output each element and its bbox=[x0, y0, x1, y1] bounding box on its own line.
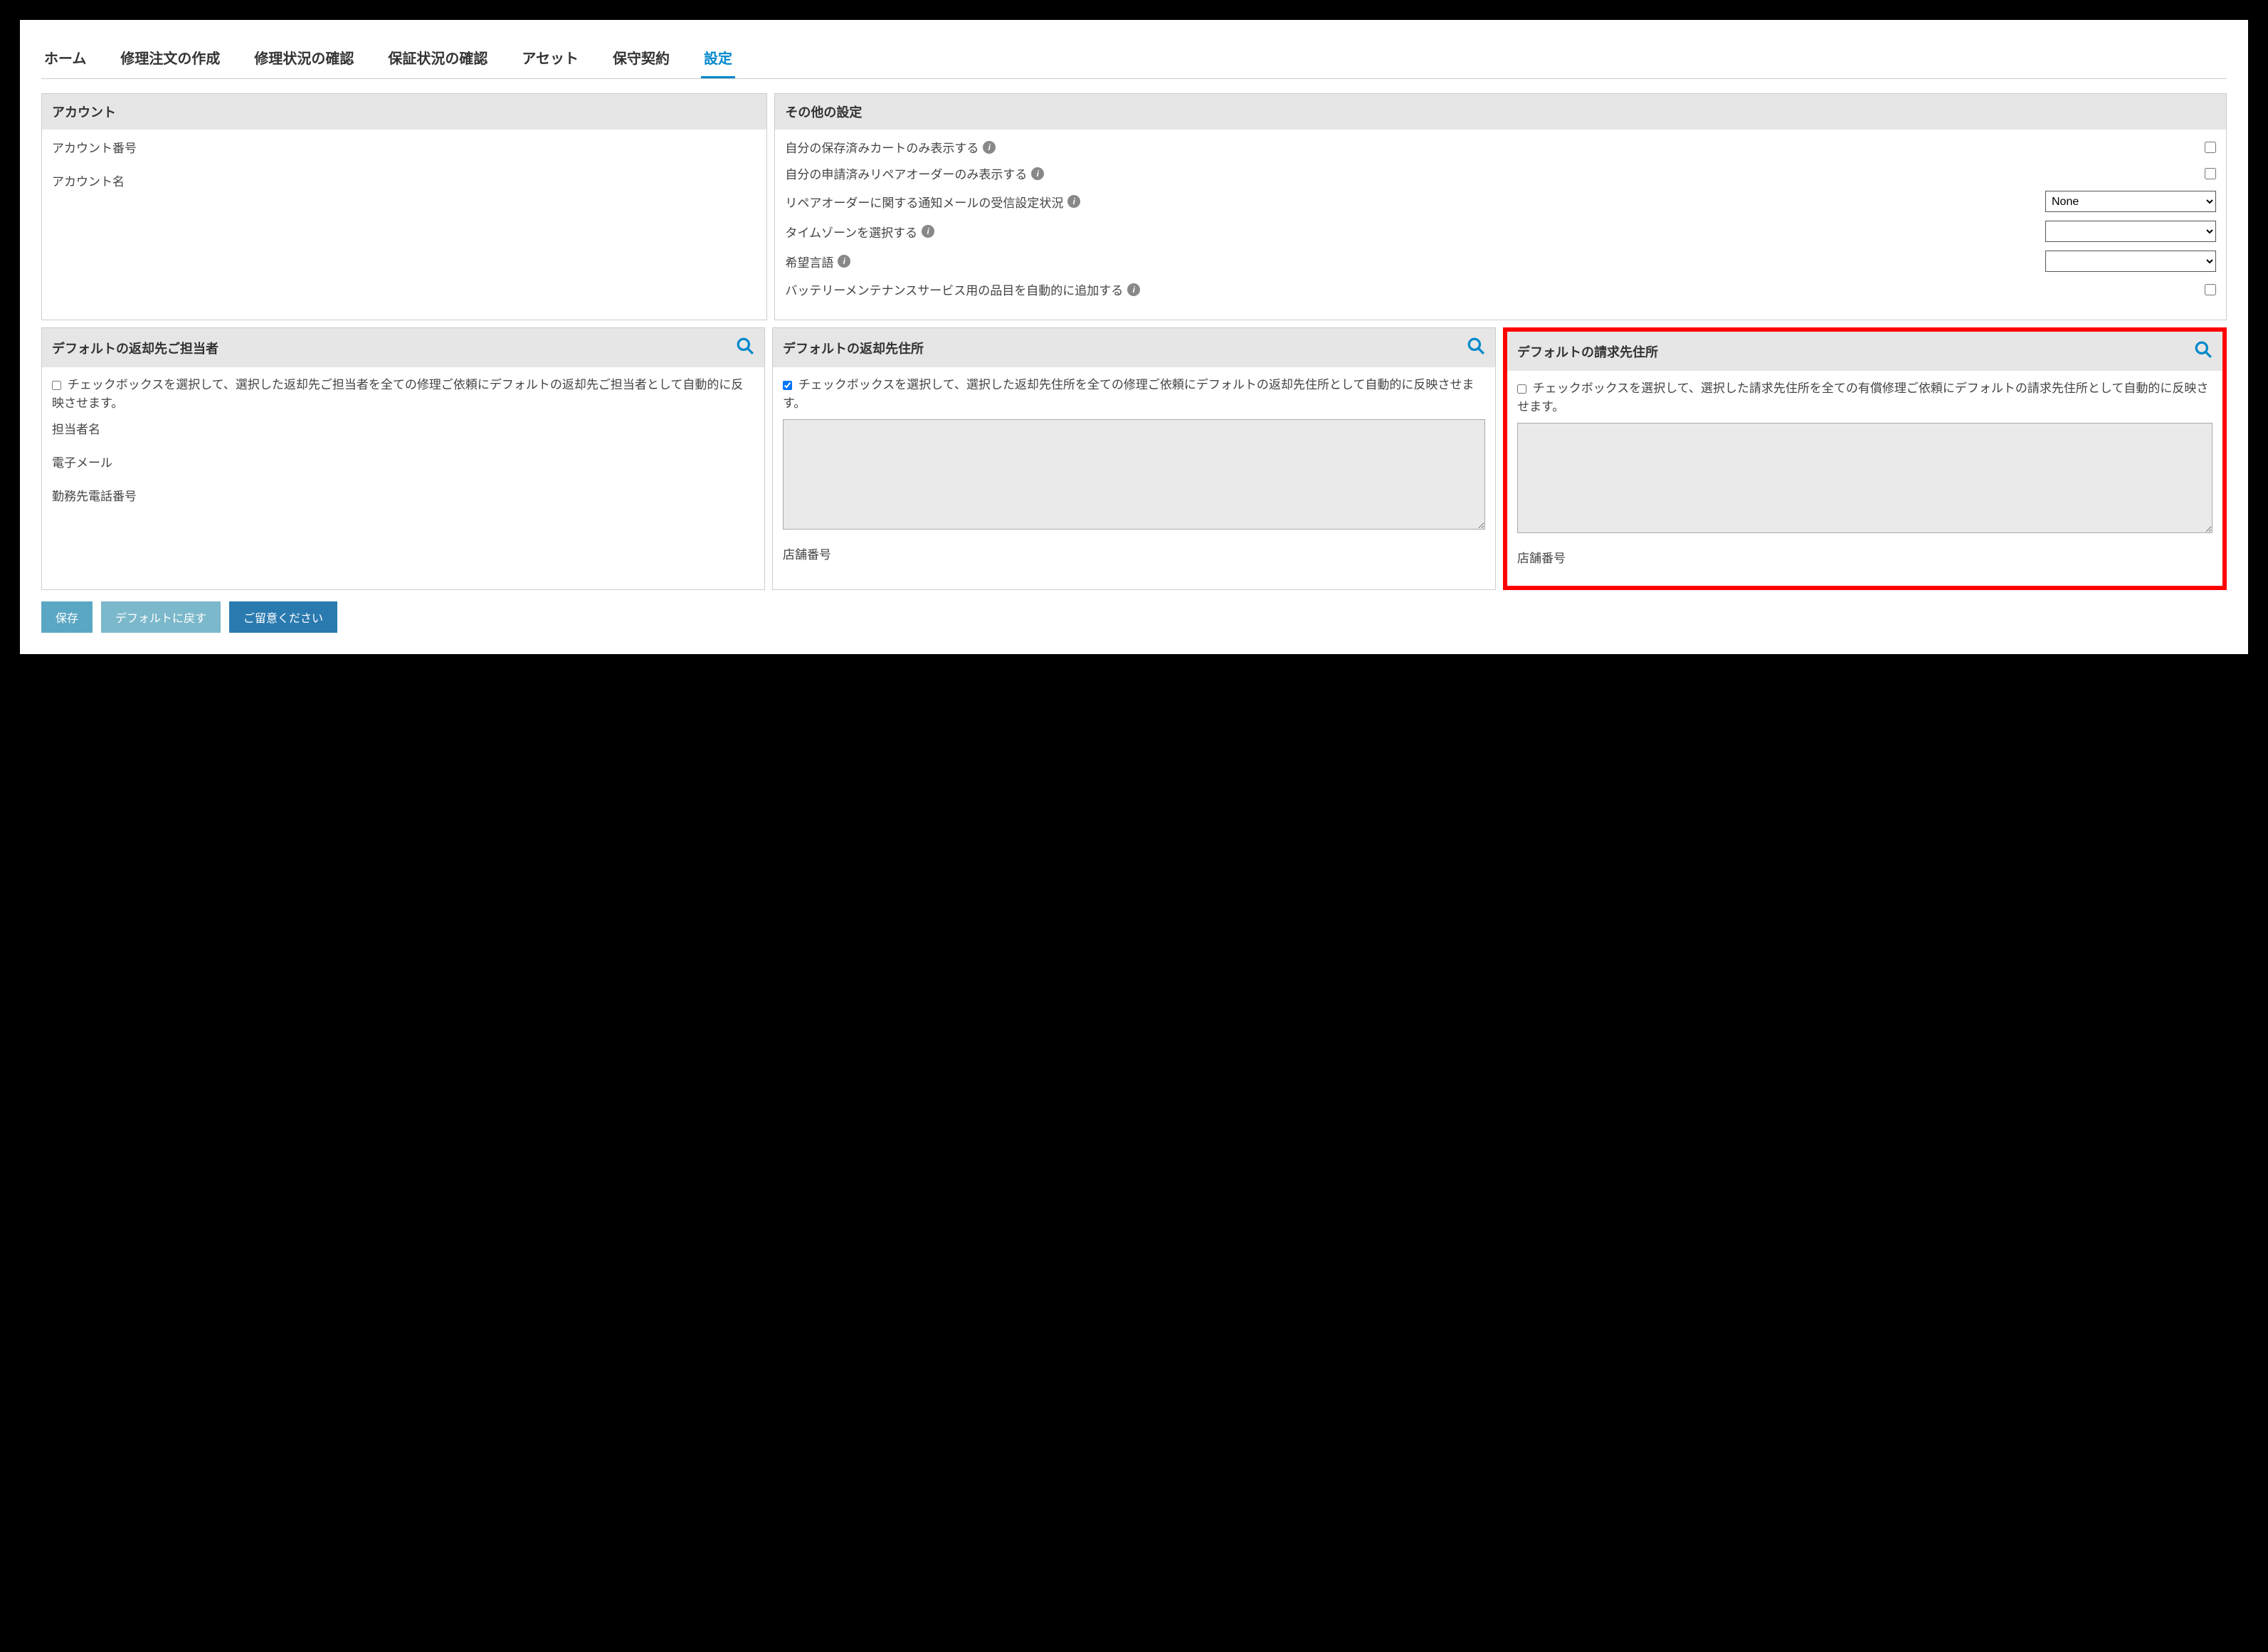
contact-email-label: 電子メール bbox=[52, 453, 754, 470]
save-button[interactable]: 保存 bbox=[41, 601, 93, 633]
show-own-carts-label: 自分の保存済みカートのみ表示する bbox=[785, 138, 979, 156]
billing-address-cb-text: チェックボックスを選択して、選択した請求先住所を全ての有償修理ご依頼にデフォルト… bbox=[1517, 382, 2208, 414]
billing-address-panel: デフォルトの請求先住所 チェックボックスを選択して、選択した請求先住所を全ての有… bbox=[1503, 327, 2227, 590]
search-icon[interactable] bbox=[736, 337, 754, 359]
account-number-label: アカウント番号 bbox=[52, 138, 756, 156]
info-icon[interactable]: i bbox=[838, 255, 850, 268]
show-own-orders-checkbox[interactable] bbox=[2205, 168, 2216, 179]
info-icon[interactable]: i bbox=[983, 141, 996, 154]
account-panel-title: アカウント bbox=[42, 94, 766, 130]
info-icon[interactable]: i bbox=[1067, 195, 1080, 208]
timezone-label: タイムゾーンを選択する bbox=[785, 223, 917, 241]
return-address-cb-text: チェックボックスを選択して、選択した返却先住所を全ての修理ご依頼にデフォルトの返… bbox=[783, 378, 1474, 410]
return-contact-cb-text: チェックボックスを選択して、選択した返却先ご担当者を全ての修理ご依頼にデフォルト… bbox=[52, 378, 743, 410]
return-address-checkbox[interactable] bbox=[783, 381, 792, 390]
battery-auto-add-label: バッテリーメンテナンスサービス用の品目を自動的に追加する bbox=[785, 280, 1123, 298]
timezone-select[interactable] bbox=[2045, 221, 2216, 242]
return-address-panel: デフォルトの返却先住所 チェックボックスを選択して、選択した返却先住所を全ての修… bbox=[772, 327, 1496, 590]
return-address-title: デフォルトの返却先住所 bbox=[783, 339, 924, 357]
other-settings-title: その他の設定 bbox=[775, 94, 2226, 130]
tab-asset[interactable]: アセット bbox=[519, 41, 581, 78]
billing-address-title: デフォルトの請求先住所 bbox=[1517, 342, 1658, 361]
info-icon[interactable]: i bbox=[922, 225, 934, 238]
return-contact-checkbox[interactable] bbox=[52, 381, 61, 390]
return-contact-panel: デフォルトの返却先ご担当者 チェックボックスを選択して、選択した返却先ご担当者を… bbox=[41, 327, 765, 590]
contact-phone-label: 勤務先電話番号 bbox=[52, 486, 754, 504]
tab-settings[interactable]: 設定 bbox=[701, 41, 735, 78]
account-name-label: アカウント名 bbox=[52, 172, 756, 189]
billing-address-checkbox[interactable] bbox=[1517, 384, 1526, 394]
main-tabs: ホーム 修理注文の作成 修理状況の確認 保証状況の確認 アセット 保守契約 設定 bbox=[41, 20, 2227, 79]
other-settings-panel: その他の設定 自分の保存済みカートのみ表示する i 自分の申請済みリペアオーダー… bbox=[774, 93, 2227, 320]
search-icon[interactable] bbox=[2194, 340, 2212, 362]
language-select[interactable] bbox=[2045, 251, 2216, 272]
tab-check-repair[interactable]: 修理状況の確認 bbox=[251, 41, 357, 78]
battery-auto-add-checkbox[interactable] bbox=[2205, 284, 2216, 295]
return-address-store-label: 店舗番号 bbox=[783, 544, 1485, 562]
account-panel: アカウント アカウント番号 アカウント名 bbox=[41, 93, 767, 320]
mail-status-select[interactable]: None bbox=[2045, 191, 2216, 212]
contact-name-label: 担当者名 bbox=[52, 419, 754, 437]
tab-home[interactable]: ホーム bbox=[41, 41, 89, 78]
note-button[interactable]: ご留意ください bbox=[229, 601, 337, 633]
search-icon[interactable] bbox=[1467, 337, 1485, 359]
info-icon[interactable]: i bbox=[1127, 283, 1140, 296]
settings-window: ホーム 修理注文の作成 修理状況の確認 保証状況の確認 アセット 保守契約 設定… bbox=[14, 14, 2254, 660]
mail-status-label: リペアオーダーに関する通知メールの受信設定状況 bbox=[785, 193, 1063, 211]
show-own-orders-label: 自分の申請済みリペアオーダーのみ表示する bbox=[785, 164, 1027, 182]
billing-address-textarea[interactable] bbox=[1517, 423, 2212, 533]
return-contact-title: デフォルトの返却先ご担当者 bbox=[52, 339, 218, 357]
return-address-textarea[interactable] bbox=[783, 419, 1485, 530]
language-label: 希望言語 bbox=[785, 253, 833, 270]
info-icon[interactable]: i bbox=[1031, 167, 1044, 180]
tab-maintenance[interactable]: 保守契約 bbox=[610, 41, 673, 78]
show-own-carts-checkbox[interactable] bbox=[2205, 142, 2216, 153]
tab-create-order[interactable]: 修理注文の作成 bbox=[117, 41, 223, 78]
tab-check-warranty[interactable]: 保証状況の確認 bbox=[385, 41, 490, 78]
billing-address-store-label: 店舗番号 bbox=[1517, 548, 2212, 566]
reset-button[interactable]: デフォルトに戻す bbox=[101, 601, 221, 633]
